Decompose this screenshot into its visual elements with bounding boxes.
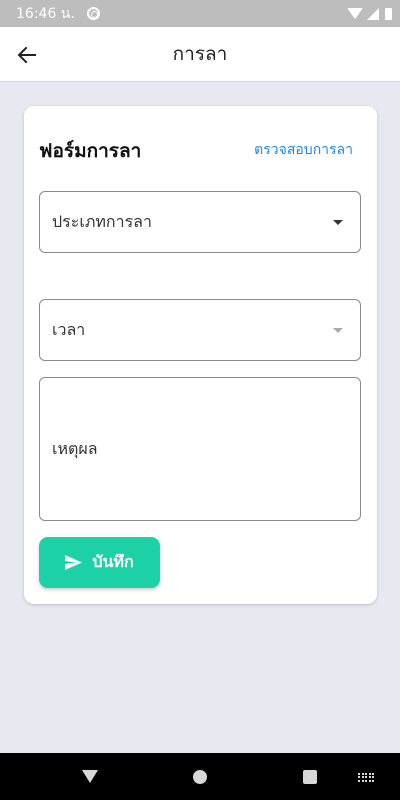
check-leave-link[interactable]: ตรวจสอบการลา xyxy=(254,139,353,161)
save-button-label: บันทึก xyxy=(92,552,134,571)
leave-type-dropdown[interactable]: ประเภทการลา xyxy=(39,191,361,253)
leave-type-placeholder: ประเภทการลา xyxy=(52,211,152,231)
nav-home-icon[interactable] xyxy=(193,770,207,784)
navigation-bar xyxy=(0,753,400,800)
wifi-icon xyxy=(347,8,363,19)
save-button[interactable]: บันทึก xyxy=(39,537,160,588)
back-button[interactable] xyxy=(12,40,42,70)
time-placeholder: เวลา xyxy=(52,319,86,339)
status-icons xyxy=(347,7,392,20)
battery-icon xyxy=(385,7,392,20)
send-icon xyxy=(65,555,83,570)
signal-icon xyxy=(367,7,379,20)
reason-field[interactable]: เหตุผล xyxy=(39,377,361,521)
at-sign-icon xyxy=(86,7,100,20)
page-title: การลา xyxy=(172,43,228,65)
app-bar: การลา xyxy=(0,27,400,82)
nav-recents-icon[interactable] xyxy=(303,770,317,784)
leave-form-card: ฟอร์มการลา ตรวจสอบการลา ประเภทการลา เวลา… xyxy=(24,106,377,604)
dropdown-arrow-icon xyxy=(333,328,343,333)
dropdown-arrow-icon xyxy=(333,220,343,225)
nav-back-icon[interactable] xyxy=(82,770,98,783)
time-dropdown[interactable]: เวลา xyxy=(39,299,361,361)
status-time: 16:46 น. xyxy=(16,5,75,22)
arrow-back-icon xyxy=(17,46,36,64)
keyboard-icon[interactable] xyxy=(358,773,374,782)
reason-placeholder: เหตุผล xyxy=(52,438,98,458)
form-title: ฟอร์มการลา xyxy=(39,140,142,162)
status-bar: 16:46 น. xyxy=(0,0,400,27)
